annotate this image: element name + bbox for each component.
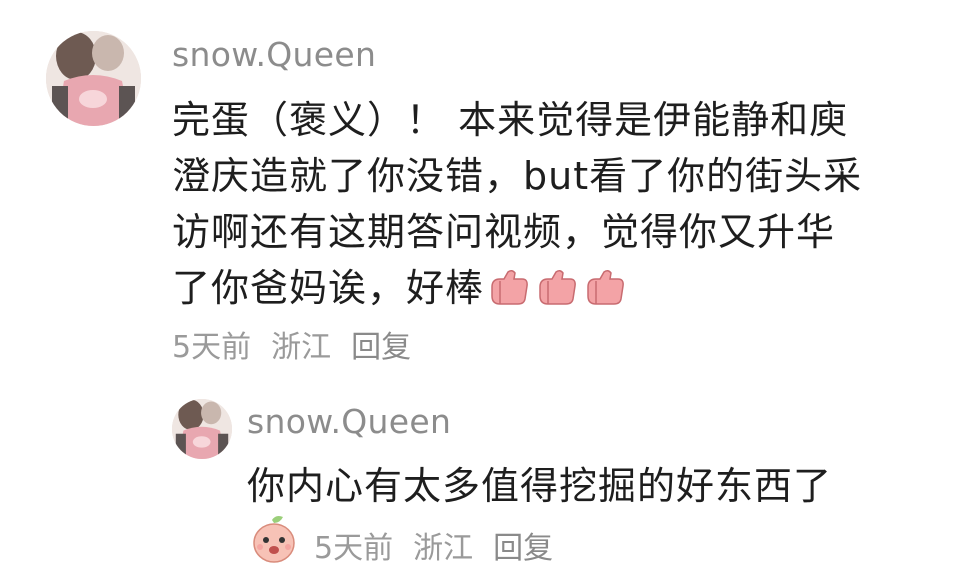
comment-line: 访啊还有这期答问视频，觉得你又升华 bbox=[172, 210, 836, 254]
comment-username[interactable]: snow.Queen bbox=[172, 35, 376, 74]
comment-text: 完蛋（褒义）！ 本来觉得是伊能静和庾 澄庆造就了你没错，but看了你的街头采 访… bbox=[172, 92, 952, 316]
peach-sticker-icon bbox=[250, 514, 298, 568]
comment-line-last: 了你爸妈诶，好棒 bbox=[172, 260, 952, 316]
reply-meta: 5天前 浙江 回复 bbox=[314, 523, 553, 567]
avatar-photo-icon bbox=[46, 31, 141, 126]
comment-meta: 5天前 浙江 回复 bbox=[172, 322, 411, 366]
avatar-photo-icon bbox=[172, 399, 232, 459]
comment-time: 5天前 bbox=[172, 330, 252, 365]
comment-line: 澄庆造就了你没错，but看了你的街头采 bbox=[172, 154, 863, 198]
thumbs-up-icon bbox=[536, 266, 578, 305]
thumbs-up-icon bbox=[584, 266, 626, 305]
reply-button[interactable]: 回复 bbox=[351, 322, 411, 366]
reply-time: 5天前 bbox=[314, 531, 394, 566]
reply-location: 浙江 bbox=[413, 531, 474, 566]
comment-line: 了你爸妈诶，好棒 bbox=[172, 266, 485, 310]
reply-text: 你内心有太多值得挖掘的好东西了 bbox=[247, 464, 833, 508]
thumbs-up-icon bbox=[488, 266, 530, 305]
comment-line: 完蛋（褒义）！ 本来觉得是伊能静和庾 bbox=[172, 98, 849, 142]
comment-location: 浙江 bbox=[271, 330, 332, 365]
emoji-row bbox=[488, 266, 626, 305]
reply-avatar[interactable] bbox=[172, 399, 232, 459]
reply-username[interactable]: snow.Queen bbox=[247, 402, 451, 441]
avatar[interactable] bbox=[46, 31, 141, 126]
reply-reply-button[interactable]: 回复 bbox=[493, 523, 553, 567]
